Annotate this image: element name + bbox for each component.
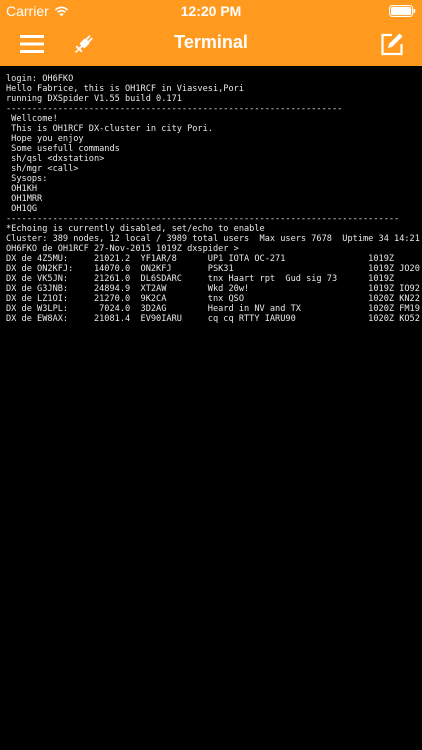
- terminal-output[interactable]: login: OH6FKO Hello Fabrice, this is OH1…: [0, 66, 422, 750]
- status-bar: Carrier 12:20 PM: [0, 0, 422, 22]
- terminal-line: Cluster: 389 nodes, 12 local / 3989 tota…: [6, 234, 420, 244]
- terminal-line: Sysops:: [6, 174, 48, 184]
- terminal-line: *Echoing is currently disabled, set/echo…: [6, 224, 265, 234]
- terminal-line: sh/mgr <call>: [6, 164, 79, 174]
- terminal-line: login: OH6FKO: [6, 74, 74, 84]
- terminal-line: OH1KH: [6, 184, 38, 194]
- nav-bar: Terminal: [0, 22, 422, 66]
- nav-title: Terminal: [174, 32, 248, 52]
- terminal-line: running DXSpider V1.55 build 0.171: [6, 94, 182, 104]
- terminal-line: OH1QG: [6, 204, 38, 214]
- terminal-line: Some usefull commands: [6, 144, 120, 154]
- terminal-line: OH6FKO de OH1RCF 27-Nov-2015 1019Z dxspi…: [6, 244, 239, 254]
- terminal-line: DX de VK5JN: 21261.0 DL6SDARC tnx Haart …: [6, 274, 395, 284]
- terminal-line: ----------------------------------------…: [6, 214, 400, 224]
- terminal-line: DX de W3LPL: 7024.0 3D2AG Heard in NV an…: [6, 304, 420, 314]
- terminal-line: Hello Fabrice, this is OH1RCF in Viasves…: [6, 84, 244, 94]
- terminal-text: login: OH6FKO Hello Fabrice, this is OH1…: [0, 66, 422, 324]
- terminal-line: DX de 4Z5MU: 21021.2 YF1AR/8 UP1 IOTA OC…: [6, 254, 395, 264]
- terminal-line: OH1MRR: [6, 194, 43, 204]
- status-time: 12:20 PM: [180, 3, 242, 19]
- terminal-line: DX de EW8AX: 21081.4 EV90IARU cq cq RTTY…: [6, 314, 420, 324]
- terminal-line: Wellcome!: [6, 114, 58, 124]
- terminal-line: sh/qsl <dxstation>: [6, 154, 105, 164]
- terminal-line: ----------------------------------------…: [6, 104, 343, 114]
- edit-icon[interactable]: [376, 28, 408, 60]
- terminal-line: DX de ON2KFJ: 14070.0 ON2KFJ PSK31 1019Z…: [6, 264, 420, 274]
- terminal-line: This is OH1RCF DX-cluster in city Pori.: [6, 124, 213, 134]
- battery-icon: [389, 4, 416, 20]
- terminal-line: DX de G3JNB: 24894.9 XT2AW Wkd 20w! 1019…: [6, 284, 420, 294]
- terminal-line: DX de LZ1OI: 21270.0 9K2CA tnx QSO 1020Z…: [6, 294, 420, 304]
- terminal-line: Hope you enjoy: [6, 134, 84, 144]
